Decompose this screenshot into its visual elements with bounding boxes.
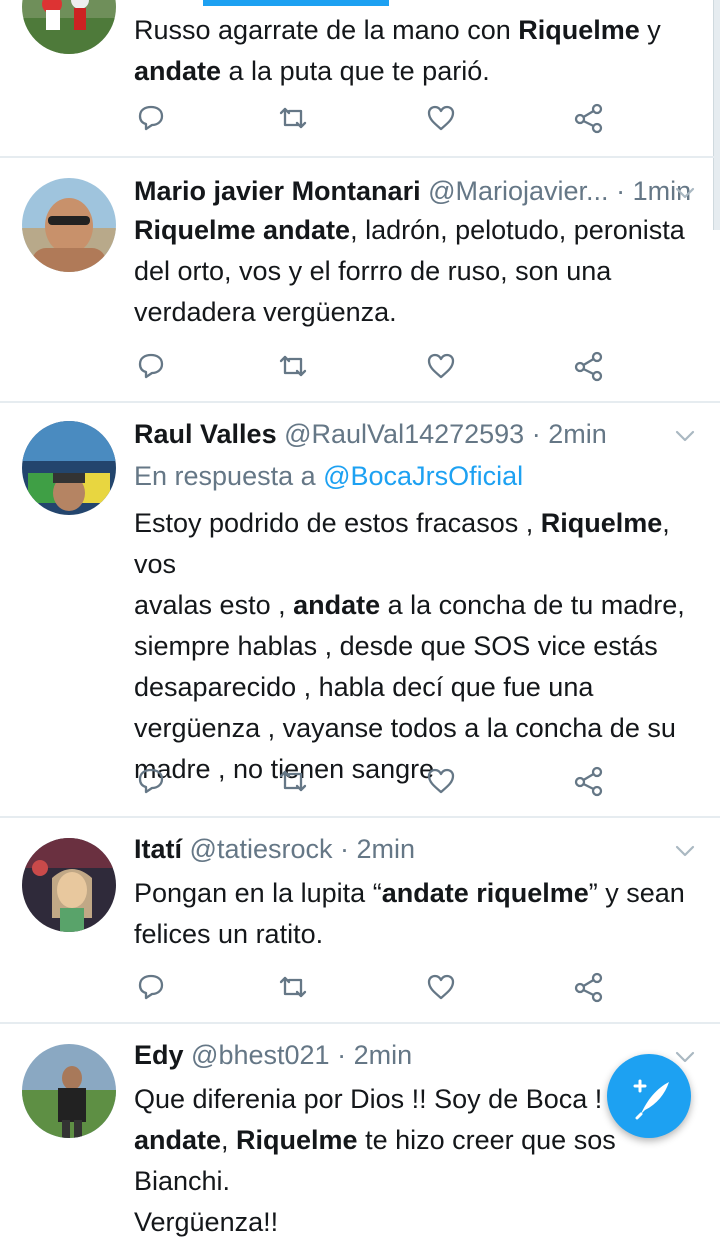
highlighted-term: Riquelme [540, 508, 663, 538]
chevron-down-icon[interactable] [674, 182, 696, 204]
tweet-text-line: Vergüenza!! [134, 1202, 696, 1243]
user-name[interactable]: Raul Valles [134, 419, 277, 449]
tweet-header: Itatí @tatiesrock · 2min [134, 834, 690, 874]
user-handle[interactable]: @bhest021 [191, 1040, 330, 1070]
tweet-text: Russo agarrate de la mano con Riquelme y… [134, 10, 696, 92]
reply-handle-link[interactable]: @BocaJrsOficial [323, 461, 523, 491]
highlighted-term: Riquelme andate [134, 215, 351, 245]
share-icon[interactable] [571, 349, 605, 383]
tweet-text-line: Pongan en la lupita “andate riquelme” y … [134, 873, 696, 914]
text-run: siempre hablas , desde que SOS vice está… [134, 631, 658, 661]
tweet-text-line: Estoy podrido de estos fracasos , Riquel… [134, 503, 696, 585]
avatar[interactable] [22, 178, 116, 272]
compose-tweet-icon [633, 1079, 669, 1120]
compose-tweet-button[interactable] [607, 1054, 691, 1138]
tweet-actions [134, 101, 604, 135]
share-icon[interactable] [571, 101, 605, 135]
reply-icon[interactable] [134, 970, 168, 1004]
heart-icon[interactable] [424, 101, 458, 135]
highlighted-term: andate [134, 56, 222, 86]
user-handle[interactable]: @RaulVal14272593 [284, 419, 524, 449]
heart-icon[interactable] [424, 349, 458, 383]
text-run: Que diferenia por Dios !! Soy de Boca ! … [134, 1084, 630, 1114]
tweet-text-line: del orto, vos y el forrro de ruso, son u… [134, 251, 696, 292]
text-run: y [639, 15, 661, 45]
text-run: Pongan en la lupita “ [134, 878, 382, 908]
text-run: ” y sean [588, 878, 685, 908]
reply-icon[interactable] [134, 101, 168, 135]
highlighted-term: andate [134, 1125, 222, 1155]
reply-prefix: En respuesta a [134, 461, 324, 491]
text-run: , [221, 1125, 237, 1155]
tweet-time: · 2min [531, 419, 607, 449]
tweet-header: Raul Valles @RaulVal14272593 · 2min [134, 419, 690, 459]
tweet-actions [134, 764, 604, 798]
tweet-text-line: andate a la puta que te parió. [134, 51, 696, 92]
text-run: , ladrón, pelotudo, peronista [350, 215, 685, 245]
tweet-text-line: desaparecido , habla decí que fue una [134, 667, 696, 708]
highlighted-term: Riquelme [518, 15, 640, 45]
user-handle[interactable]: @Mariojavier... [428, 176, 608, 206]
user-handle[interactable]: @tatiesrock [190, 834, 333, 864]
user-name[interactable]: Edy [134, 1040, 184, 1070]
tweet[interactable]: Russo agarrate de la mano con Riquelme y… [0, 0, 720, 158]
text-run: vergüenza , vayanse todos a la concha de… [134, 713, 676, 743]
chevron-down-icon[interactable] [674, 840, 696, 862]
text-run: Russo agarrate de la mano con [134, 15, 519, 45]
tweet[interactable]: Raul Valles @RaulVal14272593 · 2min En r… [0, 403, 720, 818]
text-run: Estoy podrido de estos fracasos , [134, 508, 541, 538]
avatar[interactable] [22, 838, 116, 932]
reply-context: En respuesta a @BocaJrsOficial [134, 461, 523, 492]
user-name[interactable]: Itatí [134, 834, 182, 864]
tweet-text-line: Russo agarrate de la mano con Riquelme y [134, 10, 696, 51]
tweet-text: Riquelme andate, ladrón, pelotudo, peron… [134, 210, 696, 333]
text-run: Vergüenza!! [134, 1207, 279, 1237]
text-run: desaparecido , habla decí que fue una [134, 672, 594, 702]
text-run: felices un ratito. [134, 919, 324, 949]
retweet-icon[interactable] [276, 349, 310, 383]
tweet-text-line: avalas esto , andate a la concha de tu m… [134, 585, 696, 626]
tweet-actions [134, 970, 604, 1004]
share-icon[interactable] [571, 764, 605, 798]
user-name[interactable]: Mario javier Montanari [134, 176, 421, 206]
tweet[interactable]: Mario javier Montanari @Mariojavier... ·… [0, 158, 720, 403]
text-run: a la concha de tu madre, [380, 590, 685, 620]
heart-icon[interactable] [424, 764, 458, 798]
reply-icon[interactable] [134, 349, 168, 383]
avatar[interactable] [22, 0, 116, 54]
tweet-text: Estoy podrido de estos fracasos , Riquel… [134, 503, 696, 790]
tweet-text-line: verdadera vergüenza. [134, 292, 696, 333]
text-run: a la puta que te parió. [221, 56, 490, 86]
tweet-text-line: felices un ratito. [134, 914, 696, 955]
tweet-time: · 2min [340, 834, 416, 864]
text-run: verdadera vergüenza. [134, 297, 397, 327]
tweet-text-line: vergüenza , vayanse todos a la concha de… [134, 708, 696, 749]
highlighted-term: andate riquelme [381, 878, 589, 908]
tweet-time: · 2min [337, 1040, 413, 1070]
avatar[interactable] [22, 1044, 116, 1138]
tweet-actions [134, 349, 604, 383]
share-icon[interactable] [571, 970, 605, 1004]
highlighted-term: andate [293, 590, 381, 620]
text-run: avalas esto , [134, 590, 294, 620]
retweet-icon[interactable] [276, 101, 310, 135]
tweet-text-line: Riquelme andate, ladrón, pelotudo, peron… [134, 210, 696, 251]
tweet[interactable]: Itatí @tatiesrock · 2min Pongan en la lu… [0, 818, 720, 1024]
avatar[interactable] [22, 421, 116, 515]
text-run: del orto, vos y el forrro de ruso, son u… [134, 256, 612, 286]
tweet-text-line: siempre hablas , desde que SOS vice está… [134, 626, 696, 667]
reply-icon[interactable] [134, 764, 168, 798]
highlighted-term: Riquelme [236, 1125, 358, 1155]
chevron-down-icon[interactable] [674, 425, 696, 447]
heart-icon[interactable] [424, 970, 458, 1004]
retweet-icon[interactable] [276, 764, 310, 798]
tweet-text: Pongan en la lupita “andate riquelme” y … [134, 873, 696, 955]
retweet-icon[interactable] [276, 970, 310, 1004]
